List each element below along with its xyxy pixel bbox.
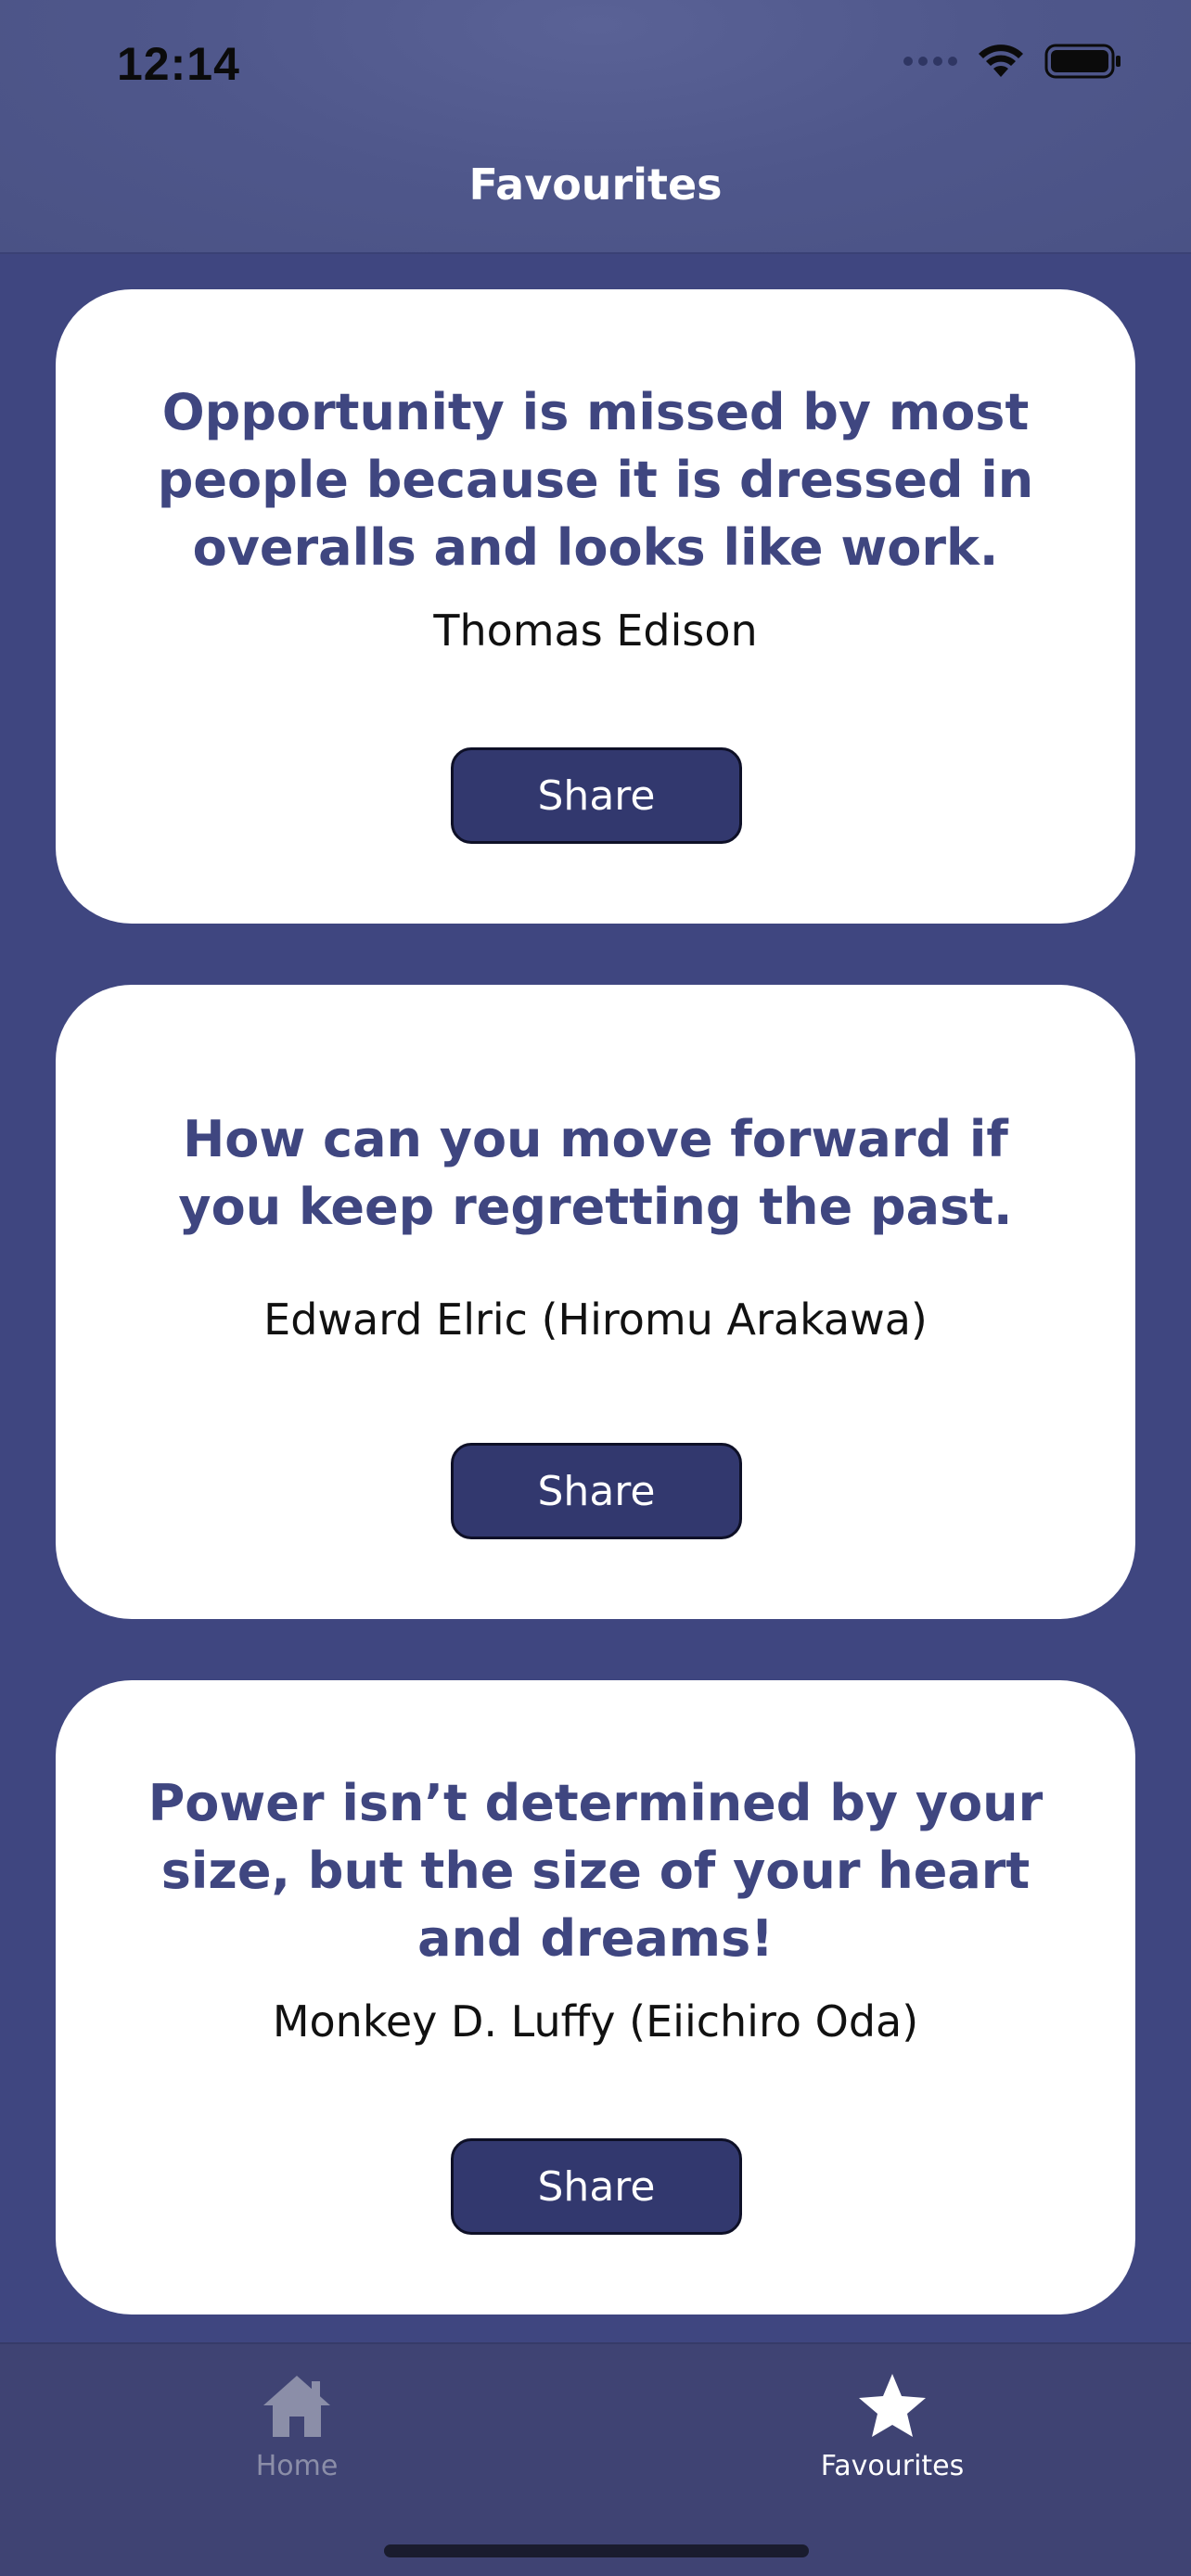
share-button[interactable]: Share <box>451 747 742 844</box>
home-indicator <box>384 2544 809 2557</box>
share-button[interactable]: Share <box>451 1443 742 1539</box>
star-icon <box>855 2372 929 2442</box>
quote-author: Monkey D. Luffy (Eiichiro Oda) <box>272 1996 919 2047</box>
tab-favourites[interactable]: Favourites <box>753 2372 1031 2482</box>
page-title: Favourites <box>468 159 723 210</box>
favourites-screen: 12:14 Favourites Opportunity is missed b… <box>0 0 1191 2576</box>
navigation-header: 12:14 Favourites <box>0 0 1191 254</box>
tab-home-label: Home <box>255 2450 339 2482</box>
quote-text: Opportunity is missed by most people bec… <box>157 383 1034 577</box>
quote-card: Opportunity is missed by most people bec… <box>56 289 1135 924</box>
quote-text: How can you move forward if you keep reg… <box>178 1110 1013 1236</box>
home-icon <box>260 2372 334 2442</box>
battery-icon <box>1044 43 1122 80</box>
quote-card: Power isn’t determined by your size, but… <box>56 1680 1135 2315</box>
quote-text: Power isn’t determined by your size, but… <box>147 1774 1044 1968</box>
share-button[interactable]: Share <box>451 2138 742 2235</box>
cellular-signal-icon <box>903 57 957 66</box>
wifi-icon <box>978 44 1024 79</box>
tab-favourites-label: Favourites <box>820 2450 965 2482</box>
status-time: 12:14 <box>117 38 240 90</box>
tab-home[interactable]: Home <box>158 2372 436 2482</box>
quote-author: Edward Elric (Hiromu Arakawa) <box>263 1294 928 1345</box>
tab-bar: Home Favourites <box>0 2342 1191 2576</box>
quote-author: Thomas Edison <box>433 606 758 656</box>
status-icons <box>903 43 1122 80</box>
quote-card: How can you move forward if you keep reg… <box>56 985 1135 1619</box>
